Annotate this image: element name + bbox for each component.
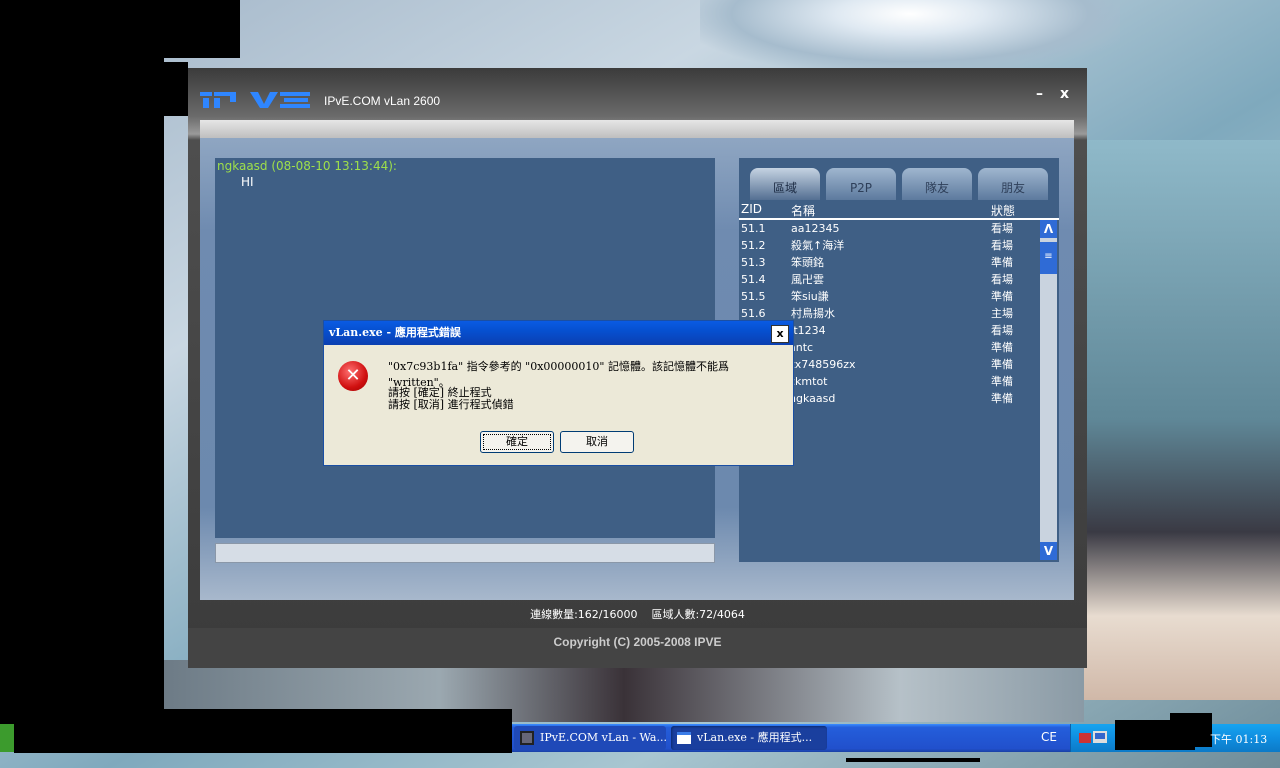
dialog-title: vLan.exe - 應用程式錯誤 (329, 326, 461, 339)
row-id: 51.1 (741, 222, 766, 235)
clock[interactable]: 下午 01:13 (1210, 731, 1267, 747)
column-zid: ZID (741, 202, 762, 216)
tab-region[interactable]: 區域 (750, 168, 820, 200)
window-title: IPvE.COM vLan 2600 (324, 94, 441, 108)
row-name: aa12345 (791, 222, 840, 235)
chat-header: ngkaasd (08-08-10 13:13:44): (217, 159, 397, 173)
row-status: 看場 (991, 324, 1013, 337)
redaction-block (846, 758, 980, 762)
list-item[interactable]: 51.5 笨siu謙 準備 (739, 288, 1039, 305)
row-status: 準備 (991, 392, 1013, 405)
dialog-close-button[interactable]: x (771, 325, 789, 343)
taskbar-item-error[interactable]: vLan.exe - 應用程式... (671, 726, 827, 750)
row-status: 看場 (991, 273, 1013, 286)
wallpaper-highlight (700, 0, 1120, 70)
list-scrollbar[interactable]: Λ ≡ V (1040, 220, 1057, 560)
row-name: 村鳥揚水 (791, 307, 835, 320)
list-header: ZID 名稱 狀態 (739, 202, 1059, 220)
row-id: 51.2 (741, 239, 766, 252)
row-id: 51.4 (741, 273, 766, 286)
row-status: 準備 (991, 375, 1013, 388)
row-name: zx748596zx (789, 358, 856, 371)
tab-friends[interactable]: 朋友 (978, 168, 1048, 200)
scroll-up-button[interactable]: Λ (1040, 220, 1057, 238)
network-icon[interactable] (1079, 731, 1109, 745)
row-name: ngkaasd (789, 392, 836, 405)
redaction-block (128, 62, 188, 116)
row-status: 準備 (991, 290, 1013, 303)
redaction-block (14, 709, 512, 753)
row-name: 殺氣↑海洋 (791, 239, 845, 252)
row-id: 51.3 (741, 256, 766, 269)
scroll-thumb[interactable]: ≡ (1040, 242, 1057, 274)
minimize-button[interactable]: – (1036, 86, 1043, 102)
window-icon (677, 732, 691, 744)
error-icon: ✕ (338, 361, 368, 391)
row-status: 準備 (991, 256, 1013, 269)
toolbar-strip (200, 120, 1074, 139)
row-status: 看場 (991, 239, 1013, 252)
copyright-footer: Copyright (C) 2005-2008 IPVE (188, 628, 1087, 668)
redaction-block (0, 58, 164, 724)
column-status: 狀態 (991, 204, 1016, 218)
dialog-cancel-hint: 請按 [取消] 進行程式偵錯 (388, 398, 514, 411)
taskbar-item-label: vLan.exe - 應用程式... (697, 731, 813, 744)
row-name: ckmtot (789, 375, 828, 388)
chat-message: HI (241, 175, 254, 189)
redaction-block (1170, 713, 1212, 747)
connection-status: 連線數量:162/16000 區域人數:72/4064 (530, 608, 745, 621)
start-button[interactable] (0, 724, 14, 752)
tab-teammates[interactable]: 隊友 (902, 168, 972, 200)
row-status: 主場 (991, 307, 1013, 320)
list-item[interactable]: 51.3 笨頭銘 準備 (739, 254, 1039, 271)
row-name: 笨siu謙 (791, 290, 829, 303)
ok-button[interactable]: 確定 (480, 431, 554, 453)
row-id: 51.5 (741, 290, 766, 303)
taskbar-item-vlan[interactable]: IPvE.COM vLan - Wa... (514, 726, 667, 750)
chat-input[interactable] (215, 543, 715, 563)
cancel-button[interactable]: 取消 (560, 431, 634, 453)
row-name: 笨頭銘 (791, 256, 824, 269)
redaction-block (0, 0, 240, 58)
row-status: 準備 (991, 341, 1013, 354)
list-item[interactable]: 51.4 風卍雲 看場 (739, 271, 1039, 288)
close-button[interactable]: x (1060, 86, 1069, 102)
row-name: tt1234 (789, 324, 826, 337)
taskbar-item-label: IPvE.COM vLan - Wa... (540, 731, 667, 744)
list-item[interactable]: 51.2 殺氣↑海洋 看場 (739, 237, 1039, 254)
row-status: 準備 (991, 358, 1013, 371)
tab-p2p[interactable]: P2P (826, 168, 896, 200)
dialog-titlebar: vLan.exe - 應用程式錯誤 x (324, 321, 793, 345)
wallpaper-figure (1080, 140, 1280, 700)
column-name: 名稱 (791, 204, 816, 218)
app-icon (520, 731, 534, 745)
row-status: 看場 (991, 222, 1013, 235)
row-name: 風卍雲 (791, 273, 824, 286)
error-dialog: vLan.exe - 應用程式錯誤 x ✕ "0x7c93b1fa" 指令參考的… (323, 320, 794, 466)
language-indicator[interactable]: CE (1041, 730, 1057, 744)
ipve-logo (200, 92, 310, 108)
scroll-down-button[interactable]: V (1040, 542, 1057, 560)
list-item[interactable]: 51.1 aa12345 看場 (739, 220, 1039, 237)
